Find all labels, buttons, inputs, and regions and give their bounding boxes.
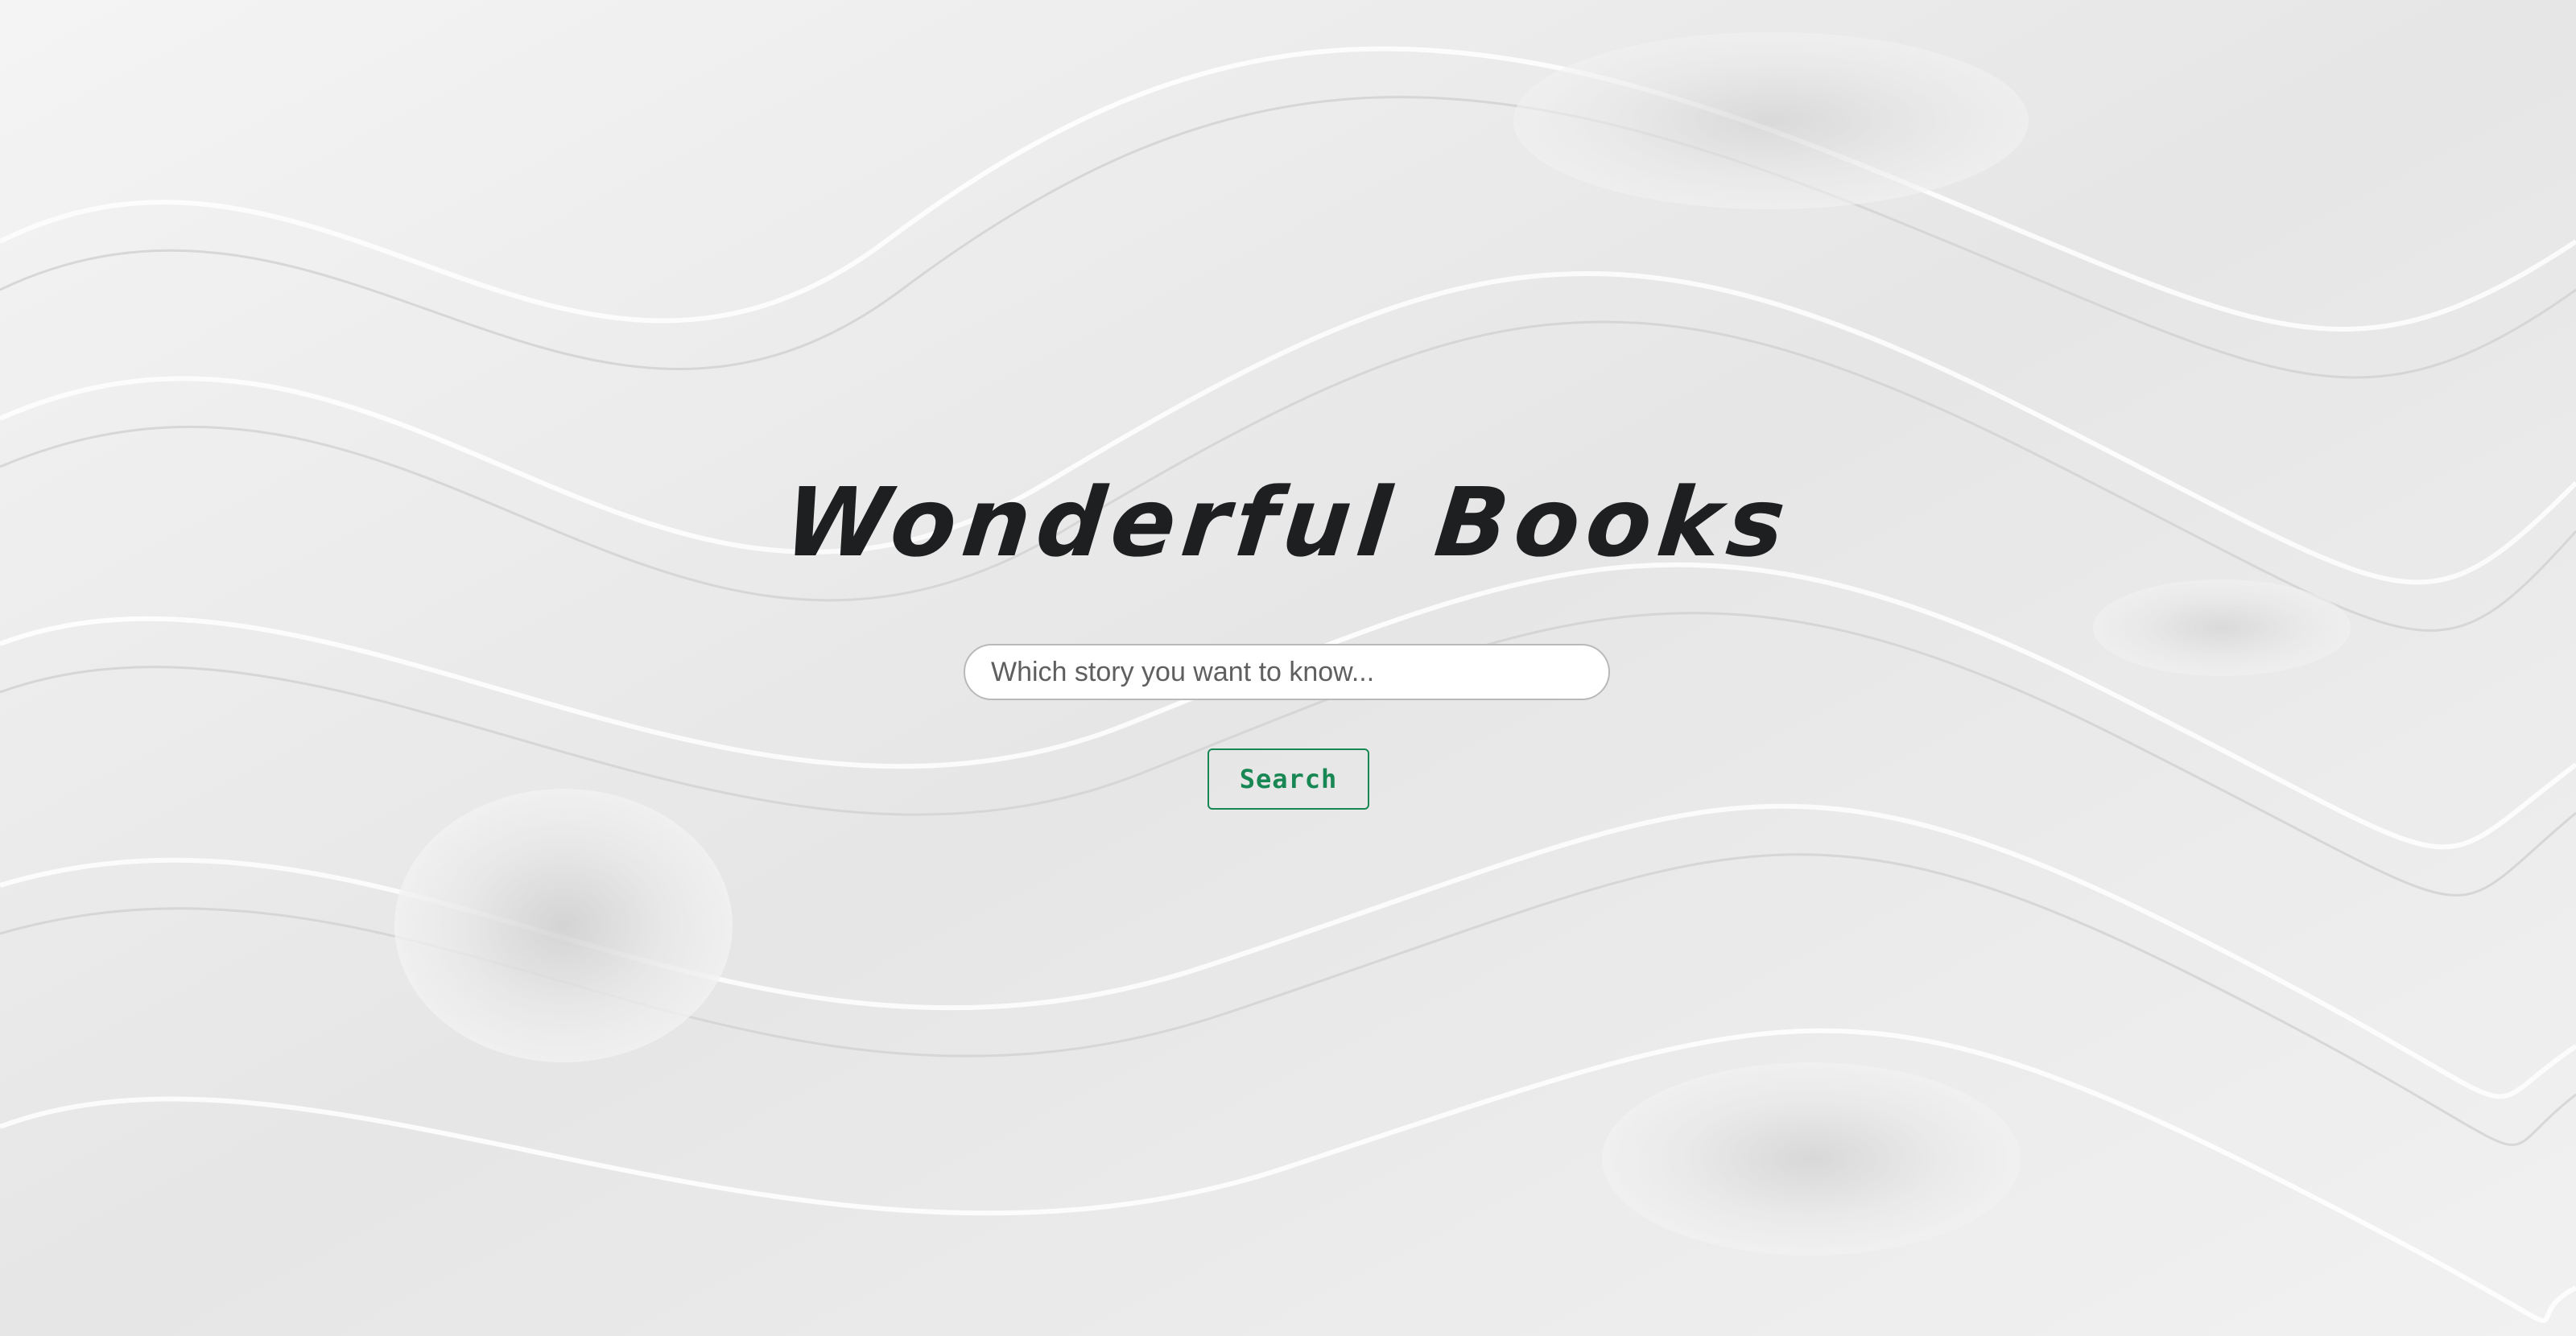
search-input[interactable] xyxy=(964,644,1610,700)
page-title: Wonderful Books xyxy=(779,467,1797,578)
search-button[interactable]: Search xyxy=(1208,748,1369,810)
hero-section: Wonderful Books Search xyxy=(0,0,2576,1336)
